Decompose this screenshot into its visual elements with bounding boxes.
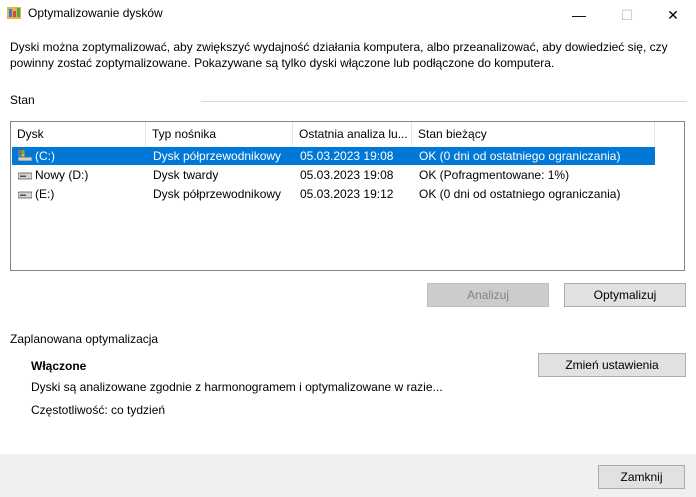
drive-name: Nowy (D:) xyxy=(35,168,89,182)
drive-name: (C:) xyxy=(35,149,55,163)
schedule-frequency: Częstotliwość: co tydzień xyxy=(31,403,166,417)
current-state: OK (0 dni od ostatniego ograniczania) xyxy=(419,187,621,201)
schedule-status: Włączone xyxy=(31,359,87,373)
column-header-drive[interactable]: Dysk xyxy=(11,122,146,146)
close-window-button[interactable]: ✕ xyxy=(650,0,696,30)
dialog-footer xyxy=(0,454,696,497)
section-divider xyxy=(201,101,687,102)
analyze-button[interactable]: Analizuj xyxy=(427,283,549,307)
window-title: Optymalizowanie dysków xyxy=(28,6,163,20)
schedule-description: Dyski są analizowane zgodnie z harmonogr… xyxy=(31,380,443,394)
last-analysis: 05.03.2023 19:08 xyxy=(300,149,394,163)
drive-list[interactable]: Dysk Typ nośnika Ostatnia analiza lu... … xyxy=(10,121,685,271)
title-bar: Optymalizowanie dysków — ☐ ✕ xyxy=(0,0,696,30)
table-row[interactable]: (E:) Dysk półprzewodnikowy 05.03.2023 19… xyxy=(12,185,655,203)
media-type: Dysk półprzewodnikowy xyxy=(153,149,282,163)
description-text: Dyski można zoptymalizować, aby zwiększy… xyxy=(10,40,668,70)
column-header-current-state[interactable]: Stan bieżący xyxy=(412,122,655,146)
table-row[interactable]: (C:) Dysk półprzewodnikowy 05.03.2023 19… xyxy=(12,147,655,165)
change-settings-button[interactable]: Zmień ustawienia xyxy=(538,353,686,377)
table-row[interactable]: Nowy (D:) Dysk twardy 05.03.2023 19:08 O… xyxy=(12,166,655,184)
maximize-button: ☐ xyxy=(620,6,634,23)
media-type: Dysk półprzewodnikowy xyxy=(153,187,282,201)
minimize-button[interactable]: — xyxy=(556,0,602,30)
close-button[interactable]: Zamknij xyxy=(598,465,685,489)
schedule-section-label: Zaplanowana optymalizacja xyxy=(10,332,159,346)
current-state: OK (0 dni od ostatniego ograniczania) xyxy=(419,149,621,163)
media-type: Dysk twardy xyxy=(153,168,219,182)
drive-icon xyxy=(18,172,32,180)
current-state: OK (Pofragmentowane: 1%) xyxy=(419,168,570,182)
optimize-button[interactable]: Optymalizuj xyxy=(564,283,686,307)
last-analysis: 05.03.2023 19:08 xyxy=(300,168,394,182)
defrag-app-icon xyxy=(7,7,21,19)
drive-name: (E:) xyxy=(35,187,55,201)
status-section-label: Stan xyxy=(10,93,35,107)
last-analysis: 05.03.2023 19:12 xyxy=(300,187,394,201)
column-header-media-type[interactable]: Typ nośnika xyxy=(146,122,293,146)
system-drive-icon xyxy=(18,150,32,161)
column-header-last-analysis[interactable]: Ostatnia analiza lu... xyxy=(293,122,412,146)
drive-icon xyxy=(18,191,32,199)
